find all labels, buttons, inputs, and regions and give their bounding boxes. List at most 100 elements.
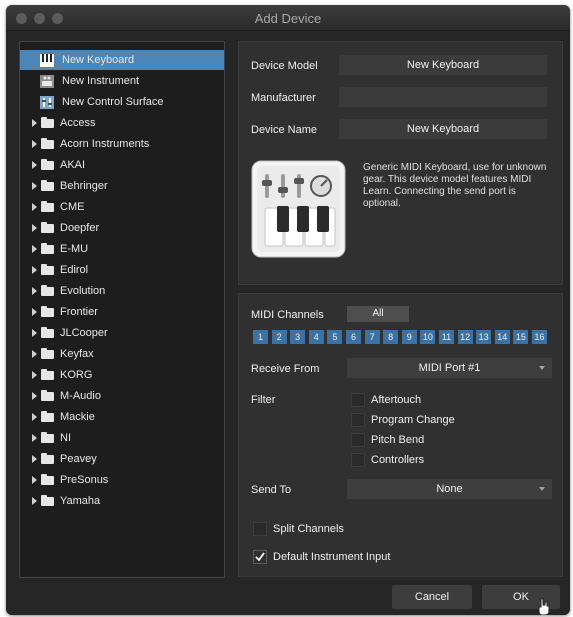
sidebar-item[interactable]: M-Audio (20, 386, 224, 406)
disclosure-triangle-icon[interactable] (32, 224, 37, 232)
split-channels-checkbox[interactable] (253, 522, 267, 536)
window-title: Add Device (254, 11, 322, 26)
disclosure-triangle-icon[interactable] (32, 413, 37, 421)
device-model-label: Device Model (251, 60, 318, 72)
sidebar-item[interactable]: NI (20, 428, 224, 448)
folder-icon (41, 264, 54, 275)
receive-from-dropdown[interactable]: MIDI Port #1 (347, 358, 552, 378)
send-to-label: Send To (251, 484, 292, 496)
disclosure-triangle-icon[interactable] (32, 287, 37, 295)
midi-channel-button[interactable]: 1 (253, 330, 268, 344)
disclosure-triangle-icon[interactable] (32, 119, 37, 127)
midi-channel-button[interactable]: 12 (457, 330, 473, 344)
sidebar-item[interactable]: Keyfax (20, 344, 224, 364)
sidebar-item[interactable]: PreSonus (20, 470, 224, 490)
midi-channel-button[interactable]: 16 (532, 330, 547, 344)
disclosure-triangle-icon[interactable] (32, 203, 37, 211)
disclosure-triangle-icon[interactable] (32, 182, 37, 190)
disclosure-triangle-icon[interactable] (32, 392, 37, 400)
disclosure-triangle-icon[interactable] (32, 371, 37, 379)
sidebar-item[interactable]: Acorn Instruments (20, 134, 224, 154)
all-channels-button[interactable]: All (347, 306, 409, 322)
disclosure-triangle-icon[interactable] (32, 350, 37, 358)
cancel-button[interactable]: Cancel (392, 585, 472, 609)
disclosure-triangle-icon[interactable] (32, 476, 37, 484)
send-to-dropdown[interactable]: None (347, 479, 552, 499)
filter-checkbox[interactable] (351, 453, 365, 467)
filter-checkbox[interactable] (351, 433, 365, 447)
folder-icon (41, 306, 54, 317)
sidebar-item-label: NI (60, 432, 71, 444)
device-info-panel: Device Model New Keyboard Manufacturer D… (238, 41, 563, 285)
disclosure-triangle-icon[interactable] (32, 161, 37, 169)
midi-channel-button[interactable]: 2 (271, 330, 287, 344)
default-instrument-input-checkbox[interactable] (253, 550, 267, 564)
sidebar-item[interactable]: Behringer (20, 176, 224, 196)
sidebar-item[interactable]: AKAI (20, 155, 224, 175)
folder-icon (41, 180, 54, 191)
control-surface-icon (40, 96, 54, 109)
send-to-value: None (436, 483, 463, 495)
sidebar-item[interactable]: KORG (20, 365, 224, 385)
midi-channel-button[interactable]: 14 (494, 330, 510, 344)
sidebar-item[interactable]: Evolution (20, 281, 224, 301)
sidebar-item[interactable]: Edirol (20, 260, 224, 280)
sidebar-item[interactable]: New Instrument (20, 71, 224, 91)
midi-channel-button[interactable]: 13 (476, 330, 492, 344)
filter-label: Program Change (371, 414, 455, 426)
sidebar-item[interactable]: Peavey (20, 449, 224, 469)
folder-icon (41, 222, 54, 233)
filter-checkbox[interactable] (351, 413, 365, 427)
disclosure-triangle-icon[interactable] (32, 266, 37, 274)
midi-channel-button[interactable]: 10 (420, 330, 436, 344)
sidebar-item[interactable]: Doepfer (20, 218, 224, 238)
device-list[interactable]: New Keyboard New Instrument New Control Su… (19, 41, 225, 578)
folder-icon (41, 453, 54, 464)
sidebar-item[interactable]: Yamaha (20, 491, 224, 511)
chevron-down-icon (539, 487, 545, 491)
disclosure-triangle-icon[interactable] (32, 308, 37, 316)
folder-icon (41, 138, 54, 149)
disclosure-triangle-icon[interactable] (32, 140, 37, 148)
title-bar: Add Device (6, 5, 570, 31)
keyboard-device-icon (251, 160, 346, 258)
disclosure-triangle-icon[interactable] (32, 329, 37, 337)
midi-channel-button[interactable]: 8 (383, 330, 399, 344)
manufacturer-label: Manufacturer (251, 92, 316, 104)
device-description: Generic MIDI Keyboard, use for unknown g… (363, 162, 547, 209)
filter-checkbox[interactable] (351, 393, 365, 407)
disclosure-triangle-icon[interactable] (32, 245, 37, 253)
sidebar-item[interactable]: New Control Surface (20, 92, 224, 112)
sidebar-item[interactable]: Access (20, 113, 224, 133)
midi-channel-button[interactable]: 4 (308, 330, 324, 344)
midi-channel-button[interactable]: 5 (327, 330, 343, 344)
sidebar-item-label: E-MU (60, 243, 89, 255)
midi-channel-button[interactable]: 9 (401, 330, 417, 344)
midi-channel-button[interactable]: 7 (364, 330, 380, 344)
sidebar-item[interactable]: JLCooper (20, 323, 224, 343)
sidebar-item[interactable]: New Keyboard (20, 50, 224, 70)
receive-from-label: Receive From (251, 363, 320, 375)
device-model-field[interactable]: New Keyboard (339, 55, 547, 75)
sidebar-item[interactable]: E-MU (20, 239, 224, 259)
folder-icon (41, 495, 54, 506)
add-device-dialog: Add Device New Keyboard New Instrument New… (6, 5, 570, 615)
manufacturer-field[interactable] (339, 87, 547, 107)
midi-channel-button[interactable]: 11 (439, 330, 454, 344)
sidebar-item[interactable]: CME (20, 197, 224, 217)
midi-channel-button[interactable]: 15 (513, 330, 529, 344)
disclosure-triangle-icon[interactable] (32, 497, 37, 505)
sidebar-item-label: Frontier (60, 306, 98, 318)
folder-icon (41, 285, 54, 296)
disclosure-triangle-icon[interactable] (32, 434, 37, 442)
sidebar-item-label: Yamaha (60, 495, 101, 507)
folder-icon (41, 474, 54, 485)
sidebar-item-label: PreSonus (60, 474, 109, 486)
sidebar-item[interactable]: Frontier (20, 302, 224, 322)
sidebar-item[interactable]: Mackie (20, 407, 224, 427)
disclosure-triangle-icon[interactable] (32, 455, 37, 463)
midi-channel-button[interactable]: 3 (290, 330, 306, 344)
midi-channel-button[interactable]: 6 (346, 330, 361, 344)
folder-icon (41, 369, 54, 380)
device-name-field[interactable]: New Keyboard (339, 119, 547, 139)
